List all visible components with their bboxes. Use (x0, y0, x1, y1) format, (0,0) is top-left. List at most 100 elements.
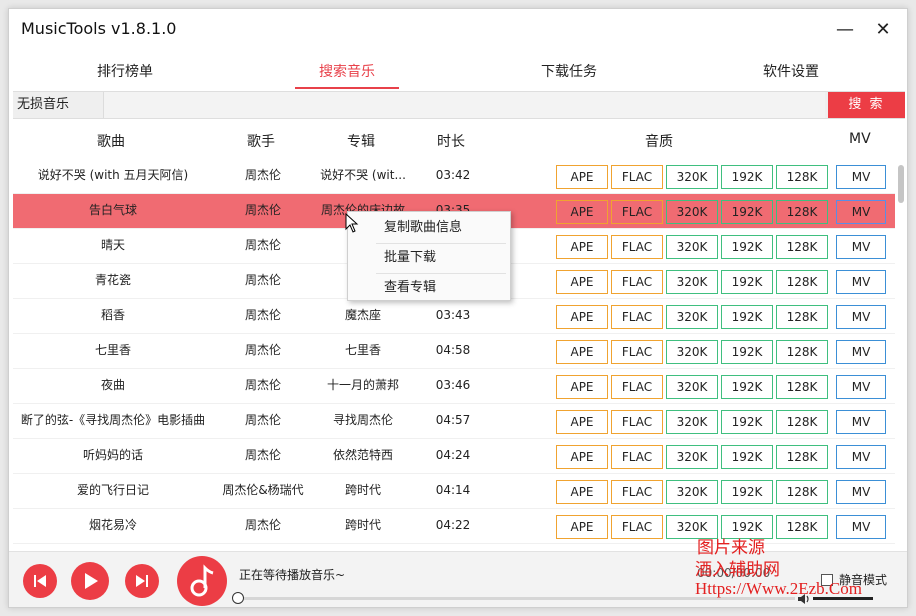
quality-128k-button[interactable]: 128K (776, 305, 828, 329)
quality-flac-button[interactable]: FLAC (611, 165, 663, 189)
play-button[interactable] (71, 562, 109, 600)
search-button[interactable]: 搜 索 (828, 92, 905, 118)
tab-downloads[interactable]: 下载任务 (509, 61, 629, 83)
quality-192k-button[interactable]: 192K (721, 410, 773, 434)
menu-view-album[interactable]: 查看专辑 (348, 274, 510, 304)
song-artist: 周杰伦 (244, 203, 281, 217)
table-row[interactable]: 爱的飞行日记 周杰伦&杨瑞代 跨时代 04:14 APE FLAC 320K 192K 128K… (13, 474, 895, 509)
quality-192k-button[interactable]: 192K (721, 200, 773, 224)
quality-flac-button[interactable]: FLAC (611, 375, 663, 399)
quality-192k-button[interactable]: 192K (721, 375, 773, 399)
quality-128k-button[interactable]: 128K (776, 235, 828, 259)
quality-ape-button[interactable]: APE (556, 235, 608, 259)
mv-button[interactable]: MV (836, 445, 886, 469)
menu-copy-song-info[interactable]: 复制歌曲信息 (348, 214, 510, 244)
table-row[interactable]: 夜曲 周杰伦 十一月的萧邦 03:46 APE FLAC 320K 192K 128K MV (13, 369, 895, 404)
quality-flac-button[interactable]: FLAC (611, 340, 663, 364)
quality-192k-button[interactable]: 192K (721, 340, 773, 364)
table-header: 歌曲 歌手 专辑 时长 音质 MV (13, 125, 897, 157)
quality-320k-button[interactable]: 320K (666, 235, 718, 259)
quality-320k-button[interactable]: 320K (666, 410, 718, 434)
quality-128k-button[interactable]: 128K (776, 340, 828, 364)
quality-192k-button[interactable]: 192K (721, 445, 773, 469)
quality-ape-button[interactable]: APE (556, 270, 608, 294)
table-row[interactable]: 七里香 周杰伦 七里香 04:58 APE FLAC 320K 192K 128K MV (13, 334, 895, 369)
quality-320k-button[interactable]: 320K (666, 480, 718, 504)
quality-320k-button[interactable]: 320K (666, 375, 718, 399)
quality-128k-button[interactable]: 128K (776, 410, 828, 434)
search-input[interactable] (103, 92, 825, 118)
header-song: 歌曲 (97, 134, 125, 150)
quality-flac-button[interactable]: FLAC (611, 480, 663, 504)
quality-ape-button[interactable]: APE (556, 340, 608, 364)
quality-128k-button[interactable]: 128K (776, 480, 828, 504)
mv-button[interactable]: MV (836, 270, 886, 294)
play-icon (85, 573, 98, 589)
quality-192k-button[interactable]: 192K (721, 235, 773, 259)
quality-320k-button[interactable]: 320K (666, 445, 718, 469)
quality-ape-button[interactable]: APE (556, 480, 608, 504)
song-artist: 周杰伦 (244, 343, 281, 357)
quality-ape-button[interactable]: APE (556, 200, 608, 224)
minimize-button[interactable]: — (831, 17, 859, 43)
quality-flac-button[interactable]: FLAC (611, 515, 663, 539)
quality-128k-button[interactable]: 128K (776, 375, 828, 399)
quality-128k-button[interactable]: 128K (776, 270, 828, 294)
quality-320k-button[interactable]: 320K (666, 340, 718, 364)
table-row[interactable]: 听妈妈的话 周杰伦 依然范特西 04:24 APE FLAC 320K 192K 128K MV (13, 439, 895, 474)
quality-ape-button[interactable]: APE (556, 165, 608, 189)
quality-flac-button[interactable]: FLAC (611, 270, 663, 294)
quality-flac-button[interactable]: FLAC (611, 445, 663, 469)
table-row[interactable]: 断了的弦-《寻找周杰伦》电影插曲 周杰伦 寻找周杰伦 04:57 APE FLAC 320K… (13, 404, 895, 439)
song-album: 七里香 (344, 343, 381, 357)
quality-128k-button[interactable]: 128K (776, 165, 828, 189)
album-art[interactable] (177, 556, 227, 606)
close-button[interactable]: ✕ (869, 17, 897, 43)
song-artist: 周杰伦&杨瑞代 (222, 483, 304, 497)
previous-button[interactable] (23, 564, 57, 598)
quality-128k-button[interactable]: 128K (776, 515, 828, 539)
quality-320k-button[interactable]: 320K (666, 305, 718, 329)
table-row[interactable]: 稻香 周杰伦 魔杰座 03:43 APE FLAC 320K 192K 128K MV (13, 299, 895, 334)
mv-button[interactable]: MV (836, 515, 886, 539)
quality-flac-button[interactable]: FLAC (611, 235, 663, 259)
scrollbar-thumb[interactable] (898, 165, 904, 203)
progress-knob[interactable] (232, 592, 244, 604)
quality-flac-button[interactable]: FLAC (611, 305, 663, 329)
menu-batch-download[interactable]: 批量下载 (348, 244, 510, 274)
previous-icon (34, 575, 46, 587)
quality-128k-button[interactable]: 128K (776, 200, 828, 224)
quality-320k-button[interactable]: 320K (666, 200, 718, 224)
quality-128k-button[interactable]: 128K (776, 445, 828, 469)
quality-192k-button[interactable]: 192K (721, 165, 773, 189)
tab-charts[interactable]: 排行榜单 (65, 61, 185, 83)
mv-button[interactable]: MV (836, 480, 886, 504)
quality-320k-button[interactable]: 320K (666, 165, 718, 189)
table-row[interactable]: 说好不哭 (with 五月天阿信) 周杰伦 说好不哭 (wit... 03:42 APE… (13, 159, 895, 194)
list-scrollbar[interactable] (897, 161, 905, 551)
next-button[interactable] (125, 564, 159, 598)
quality-flac-button[interactable]: FLAC (611, 410, 663, 434)
mv-button[interactable]: MV (836, 375, 886, 399)
quality-192k-button[interactable]: 192K (721, 305, 773, 329)
quality-ape-button[interactable]: APE (556, 410, 608, 434)
song-duration: 04:14 (435, 483, 471, 497)
mv-button[interactable]: MV (836, 200, 886, 224)
mv-button[interactable]: MV (836, 165, 886, 189)
quality-ape-button[interactable]: APE (556, 445, 608, 469)
quality-320k-button[interactable]: 320K (666, 270, 718, 294)
quality-flac-button[interactable]: FLAC (611, 200, 663, 224)
mv-button[interactable]: MV (836, 305, 886, 329)
mv-button[interactable]: MV (836, 340, 886, 364)
song-duration: 03:46 (435, 378, 471, 392)
source-select[interactable]: 无损音乐 (13, 92, 101, 118)
quality-ape-button[interactable]: APE (556, 305, 608, 329)
tab-settings[interactable]: 软件设置 (731, 61, 851, 83)
mv-button[interactable]: MV (836, 410, 886, 434)
quality-ape-button[interactable]: APE (556, 515, 608, 539)
quality-ape-button[interactable]: APE (556, 375, 608, 399)
quality-192k-button[interactable]: 192K (721, 480, 773, 504)
quality-192k-button[interactable]: 192K (721, 270, 773, 294)
tab-search[interactable]: 搜索音乐 (287, 61, 407, 83)
mv-button[interactable]: MV (836, 235, 886, 259)
